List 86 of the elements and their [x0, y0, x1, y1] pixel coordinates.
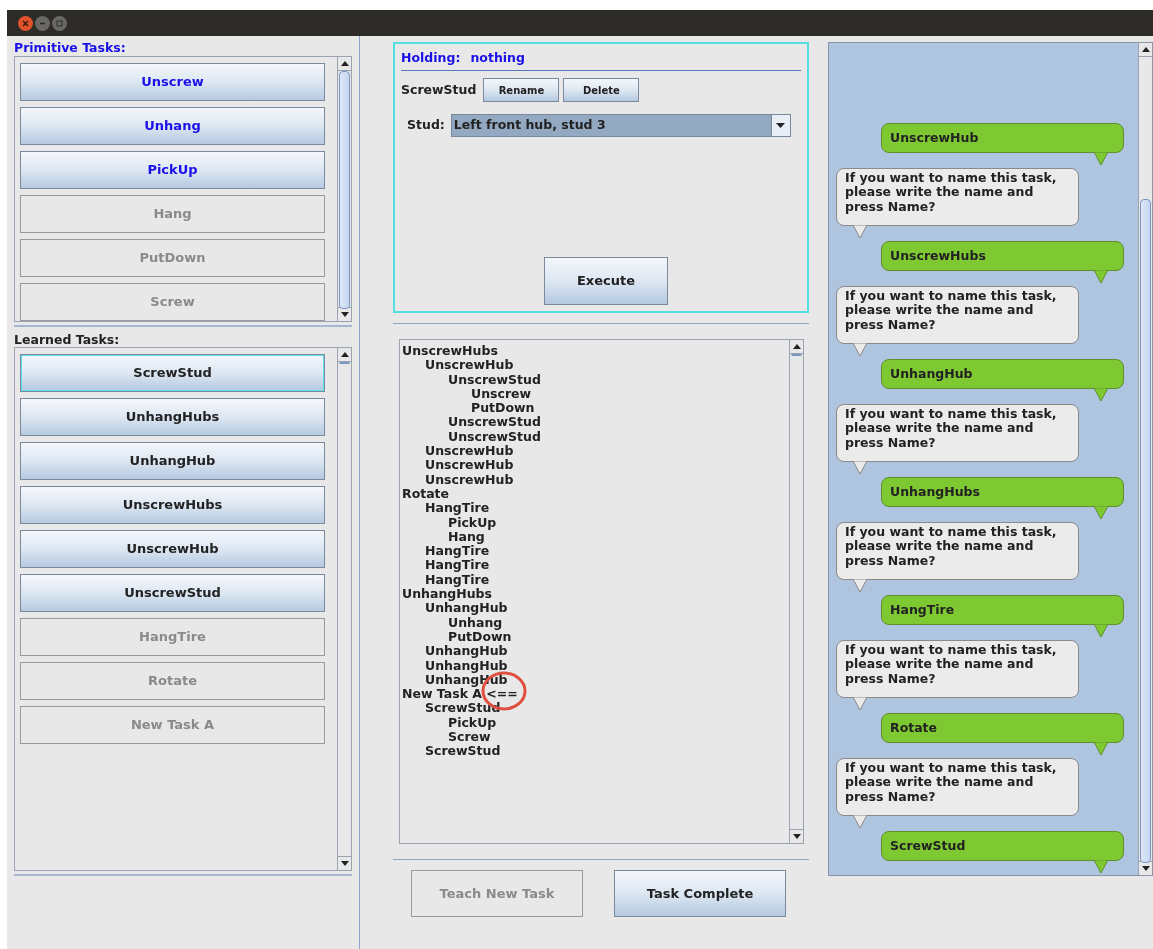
tree-node[interactable]: HangTire [402, 544, 789, 559]
task-name: ScrewStud [401, 80, 477, 99]
bubble-tail-icon [853, 579, 867, 593]
task-action-button[interactable]: Rename [483, 78, 560, 102]
task-button[interactable]: UnhangHubs [20, 398, 325, 436]
tree-node[interactable]: HangTire [402, 501, 789, 516]
tree-node[interactable]: PickUp [402, 715, 789, 730]
bubble-tail-icon [853, 697, 867, 711]
tree-node[interactable]: UnhangHub [402, 601, 789, 616]
tree-node[interactable]: UnhangHubs [402, 587, 789, 602]
holding-label: Holding: [401, 49, 461, 67]
tree-node[interactable]: Rotate [402, 486, 789, 502]
system-message: If you want to name this task, please write the name and press Name? [836, 168, 1079, 226]
task-button[interactable]: UnhangHub [20, 442, 325, 480]
tree-node[interactable]: Unhang [402, 615, 789, 630]
tree-node[interactable]: UnhangHub [402, 644, 789, 659]
task-button[interactable]: PickUp [20, 151, 325, 189]
tree-node[interactable]: ScrewStud [402, 744, 789, 759]
user-message: UnscrewHubs [881, 241, 1124, 271]
tree-node[interactable]: UnscrewHub [402, 472, 789, 487]
user-message: ScrewStud [881, 831, 1124, 861]
tree-node[interactable]: HangTire [402, 572, 789, 588]
holding-value: nothing [470, 49, 525, 67]
parameter-dropdown[interactable]: Left front hub, stud 3 [450, 114, 791, 137]
tree-node[interactable]: PutDown [402, 401, 789, 416]
tree-node[interactable]: Screw [402, 730, 789, 745]
tree-node[interactable]: UnscrewStud [402, 429, 789, 445]
system-message: If you want to name this task, please write the name and press Name? [836, 522, 1079, 580]
tree-node[interactable]: UnscrewStud [402, 372, 789, 387]
tree-node[interactable]: PutDown [402, 629, 789, 645]
tree-node[interactable]: PickUp [402, 515, 789, 530]
user-message: UnhangHubs [881, 477, 1124, 507]
tree-node[interactable]: ScrewStud [402, 701, 789, 716]
bubble-tail-icon [853, 815, 867, 829]
system-message: If you want to name this task, please write the name and press Name? [836, 404, 1079, 462]
tree-node[interactable]: Hang [402, 529, 789, 545]
tree-node[interactable]: UnhangHub [402, 658, 789, 673]
bubble-tail-icon [1094, 506, 1108, 520]
system-message: If you want to name this task, please write the name and press Name? [836, 286, 1079, 344]
tree-node[interactable]: UnscrewHub [402, 458, 789, 473]
scrollbar[interactable] [789, 340, 803, 843]
execute-button[interactable]: Execute [544, 257, 668, 305]
bubble-tail-icon [1094, 388, 1108, 402]
task-button[interactable]: ScrewStud [20, 354, 325, 392]
section-title: Primitive Tasks: [14, 39, 127, 56]
parameter-label: Stud: [407, 116, 445, 135]
tree-node[interactable]: UnscrewHub [402, 444, 789, 459]
user-message: UnhangHub [881, 359, 1124, 389]
bubble-tail-icon [1094, 270, 1108, 284]
bubble-tail-icon [853, 343, 867, 357]
tree-node[interactable]: UnscrewStud [402, 415, 789, 430]
task-button[interactable]: UnscrewHub [20, 530, 325, 568]
tree-node[interactable]: UnscrewHub [402, 358, 789, 373]
user-message: HangTire [881, 595, 1124, 625]
scrollbar[interactable] [337, 57, 351, 321]
task-action-button[interactable]: Delete [563, 78, 640, 102]
scroll-thumb[interactable] [791, 354, 802, 356]
scroll-thumb[interactable] [1140, 199, 1151, 863]
bubble-tail-icon [853, 225, 867, 239]
task-button[interactable]: UnscrewStud [20, 574, 325, 612]
bubble-tail-icon [1094, 742, 1108, 756]
task-button[interactable]: UnscrewHubs [20, 486, 325, 524]
tree-node[interactable]: New Task A <== [402, 687, 789, 702]
user-message: Rotate [881, 713, 1124, 743]
scrollbar[interactable] [1138, 43, 1152, 875]
bubble-tail-icon [1094, 152, 1108, 166]
system-message: If you want to name this task, please write the name and press Name? [836, 758, 1079, 816]
bubble-tail-icon [1094, 624, 1108, 638]
minimize-icon[interactable] [35, 15, 50, 31]
dropdown-caret-icon[interactable] [770, 115, 790, 136]
task-button[interactable]: Unhang [20, 107, 325, 145]
tree-node[interactable]: UnscrewHubs [402, 344, 789, 359]
bottom-button[interactable]: Task Complete [614, 870, 786, 917]
scroll-thumb[interactable] [339, 362, 350, 364]
scroll-thumb[interactable] [339, 71, 350, 309]
bubble-tail-icon [1094, 860, 1108, 874]
tree-node[interactable]: Unscrew [402, 386, 789, 402]
maximize-icon[interactable] [52, 15, 67, 31]
system-message: If you want to name this task, please write the name and press Name? [836, 640, 1079, 698]
section-title: Learned Tasks: [14, 331, 121, 347]
scrollbar[interactable] [337, 348, 351, 870]
close-icon[interactable] [18, 15, 33, 31]
tree-node[interactable]: HangTire [402, 558, 789, 573]
user-message: UnscrewHub [881, 123, 1124, 153]
bubble-tail-icon [853, 461, 867, 475]
task-button[interactable]: Unscrew [20, 63, 325, 101]
